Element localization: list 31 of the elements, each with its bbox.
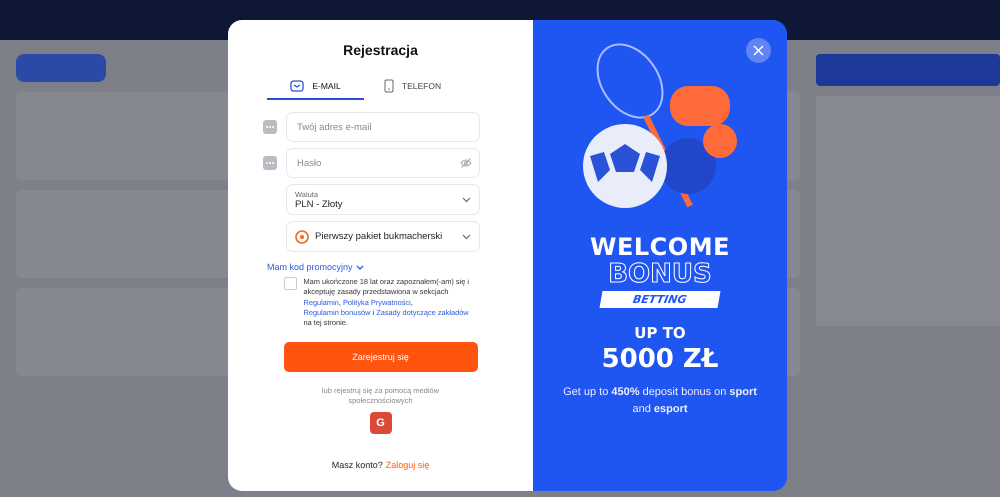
bonus-heading: BONUS xyxy=(608,259,712,289)
envelope-icon xyxy=(290,80,304,92)
chevron-down-icon xyxy=(462,234,471,240)
dialog-title: Rejestracja xyxy=(343,42,418,58)
bonus-select[interactable]: Pierwszy pakiet bukmacherski xyxy=(286,221,480,252)
chevron-down-icon xyxy=(462,196,471,202)
consent-checkbox[interactable] xyxy=(284,277,296,290)
promo-code-link[interactable]: Mam kod promocyjny xyxy=(267,262,364,272)
bonus-description: Get up to 450% deposit bonus on sport and esport xyxy=(562,385,758,417)
register-button[interactable]: Zarejestruj się xyxy=(284,342,478,372)
email-field[interactable]: Twój adres e-mail xyxy=(286,112,480,142)
tab[interactable]: E-MAIL xyxy=(267,74,364,100)
coupon-button[interactable] xyxy=(816,54,1000,86)
tab[interactable]: TELEFON xyxy=(364,74,461,100)
betting-tag: BETTING xyxy=(600,291,720,308)
welcome-heading: WELCOME xyxy=(590,233,730,261)
amount-label: UP TO xyxy=(634,324,686,342)
close-button[interactable] xyxy=(746,38,771,63)
chevron-down-icon xyxy=(356,264,364,270)
phone-icon xyxy=(384,79,394,93)
close-icon xyxy=(753,45,764,56)
hidden-eye-icon xyxy=(460,158,472,168)
sport-tab[interactable] xyxy=(16,54,106,82)
google-login-button[interactable]: G xyxy=(370,412,392,434)
login-prompt: Masz konto? xyxy=(332,460,383,470)
login-link[interactable]: Zaloguj się xyxy=(386,460,430,470)
field-status-icon xyxy=(263,156,277,170)
field-status-icon xyxy=(263,120,277,134)
password-field[interactable]: Hasło xyxy=(286,148,480,178)
gift-icon xyxy=(295,230,309,244)
bonus-amount: 5000 ZŁ xyxy=(602,344,718,374)
